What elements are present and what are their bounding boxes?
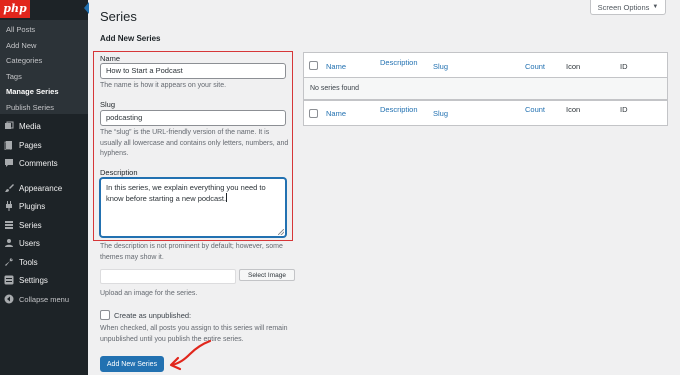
settings-icon [4,275,14,285]
unpublished-checkbox[interactable] [100,310,110,320]
column-header-count[interactable]: Count [525,62,545,71]
sidebar-item-tools[interactable]: Tools [0,254,88,270]
php-logo: php [0,0,30,18]
plugins-icon [4,201,14,211]
appearance-icon [4,183,14,193]
admin-sidebar: php All Posts Add New Categories Tags Ma… [0,0,89,375]
description-label: Description [100,168,138,177]
collapse-icon [4,294,14,304]
caret-down-icon: ▼ [652,4,659,10]
posts-submenu: All Posts Add New Categories Tags Manage… [0,20,88,114]
sidebar-item-label: Appearance [19,183,63,193]
page-title: Series [100,9,137,24]
submenu-item-categories[interactable]: Categories [0,53,88,69]
empty-message: No series found [310,85,360,92]
main-content: Series Screen Options ▼ Add New Series N… [88,0,680,375]
sidebar-item-label: Collapse menu [19,294,70,304]
submenu-item-publish-series[interactable]: Publish Series [0,100,88,116]
description-textarea[interactable]: In this series, we explain everything yo… [100,178,286,237]
image-help: Upload an image for the series. [100,290,198,297]
submenu-item-all-posts[interactable]: All Posts [0,22,88,38]
slug-help: The “slug” is the URL-friendly version o… [100,129,289,157]
resize-grip-icon[interactable] [278,229,284,235]
collapse-menu-button[interactable]: Collapse menu [0,291,88,307]
comments-icon [4,158,14,168]
column-header-description[interactable]: Description [380,58,418,67]
sidebar-item-label: Settings [19,275,48,285]
screen-options-label: Screen Options [597,2,650,12]
empty-row: No series found [304,78,667,100]
sidebar-item-pages[interactable]: Pages [0,137,88,153]
column-footer-slug[interactable]: Slug [433,109,448,118]
sidebar-item-comments[interactable]: Comments [0,155,88,171]
slug-label: Slug [100,100,116,109]
text-cursor [226,193,228,202]
column-header-slug[interactable]: Slug [433,62,448,71]
screen-options-button[interactable]: Screen Options ▼ [590,0,666,15]
red-arrow-icon [169,339,212,371]
sidebar-item-settings[interactable]: Settings [0,272,88,288]
users-icon [4,238,14,248]
slug-field[interactable]: podcasting [100,110,286,126]
table-header-row: Name Description Slug Count Icon ID [304,53,667,78]
select-image-button[interactable]: Select Image [239,269,295,281]
sidebar-item-label: Plugins [19,201,46,211]
column-footer-name[interactable]: Name [326,109,346,118]
form-heading: Add New Series [100,34,161,43]
description-help: The description is not prominent by defa… [100,243,283,261]
select-all-checkbox-footer[interactable] [309,109,318,118]
column-footer-id: ID [620,105,628,114]
submenu-item-add-new[interactable]: Add New [0,38,88,54]
media-icon [4,121,14,131]
sidebar-item-label: Media [19,121,41,131]
column-footer-icon: Icon [566,105,581,114]
name-field[interactable]: How to Start a Podcast [100,63,286,79]
select-all-checkbox[interactable] [309,61,318,70]
unpublished-label: Create as unpublished: [114,311,192,320]
sidebar-item-label: Comments [19,158,58,168]
column-header-name[interactable]: Name [326,62,346,71]
admin-bar-strip [30,0,88,18]
sidebar-item-media[interactable]: Media [0,118,88,134]
submenu-item-tags[interactable]: Tags [0,69,88,85]
sidebar-item-label: Tools [19,257,38,267]
sidebar-item-appearance[interactable]: Appearance [0,180,88,196]
column-footer-description[interactable]: Description [380,105,418,114]
tools-icon [4,257,14,267]
description-text: In this series, we explain everything yo… [106,183,266,203]
column-header-icon: Icon [566,62,581,71]
submenu-item-manage-series[interactable]: Manage Series [0,84,88,100]
sidebar-item-plugins[interactable]: Plugins [0,198,88,214]
table-footer-row: Name Description Slug Count Icon ID [304,100,667,125]
sidebar-item-users[interactable]: Users [0,235,88,251]
add-new-series-button[interactable]: Add New Series [100,356,164,372]
column-header-id: ID [620,62,628,71]
name-label: Name [100,54,121,63]
pages-icon [4,140,14,150]
column-footer-count[interactable]: Count [525,105,545,114]
sidebar-item-label: Users [19,238,40,248]
series-table: Name Description Slug Count Icon ID No s… [303,52,668,126]
series-icon [4,220,14,230]
sidebar-item-label: Pages [19,140,42,150]
sidebar-item-series[interactable]: Series [0,217,88,233]
sidebar-item-label: Series [19,220,42,230]
image-url-field[interactable] [100,269,236,284]
name-help: The name is how it appears on your site. [100,82,227,89]
